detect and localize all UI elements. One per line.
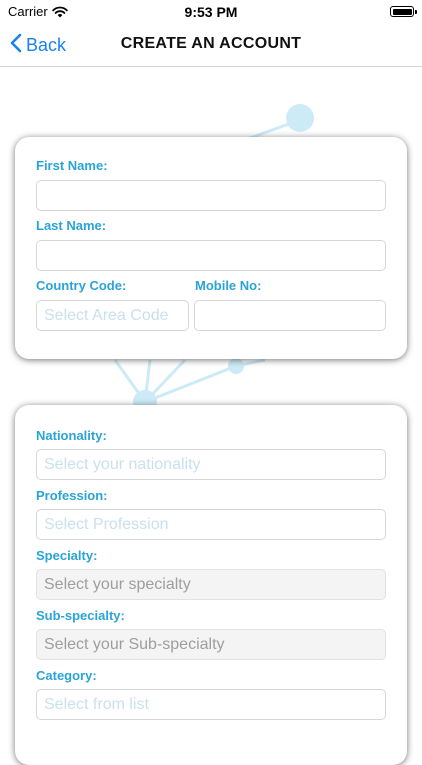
professional-info-card: Nationality: Select your nationality Pro… <box>15 405 407 765</box>
last-name-label: Last Name: <box>36 218 107 233</box>
mobile-number-label: Mobile No: <box>195 278 262 293</box>
last-name-field[interactable] <box>36 240 386 271</box>
category-select[interactable]: Select from list <box>36 689 386 720</box>
category-label: Category: <box>36 668 97 683</box>
battery-icon <box>390 6 417 17</box>
profession-select[interactable]: Select Profession <box>36 509 386 540</box>
status-bar: Carrier 9:53 PM <box>0 0 422 24</box>
profession-label: Profession: <box>36 488 108 503</box>
subspecialty-label: Sub-specialty: <box>36 608 125 623</box>
mobile-number-field[interactable] <box>194 300 386 331</box>
subspecialty-select[interactable]: Select your Sub-specialty <box>36 629 386 660</box>
country-code-label: Country Code: <box>36 278 127 293</box>
nationality-select[interactable]: Select your nationality <box>36 449 386 480</box>
back-label: Back <box>26 34 67 55</box>
status-time: 9:53 PM <box>184 4 238 20</box>
personal-info-card: First Name: Last Name: Country Code: Sel… <box>15 137 407 359</box>
specialty-label: Specialty: <box>36 548 98 563</box>
chevron-left-icon <box>10 33 26 58</box>
navigation-bar: Back CREATE AN ACCOUNT <box>0 24 422 67</box>
back-button[interactable]: Back <box>10 24 66 66</box>
first-name-field[interactable] <box>36 180 386 211</box>
nationality-label: Nationality: <box>36 428 107 443</box>
first-name-label: First Name: <box>36 158 108 173</box>
specialty-select[interactable]: Select your specialty <box>36 569 386 600</box>
country-code-select[interactable]: Select Area Code <box>36 300 189 331</box>
